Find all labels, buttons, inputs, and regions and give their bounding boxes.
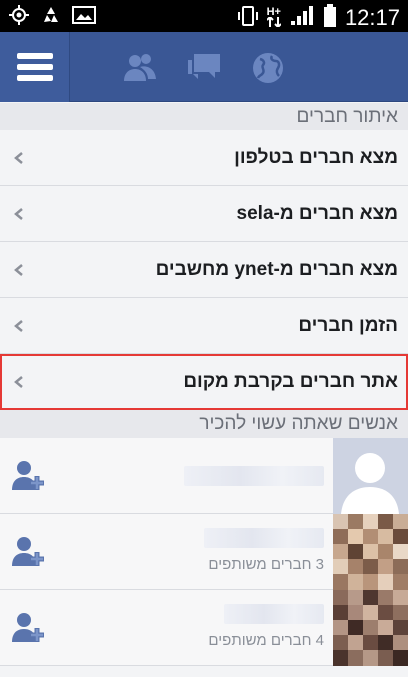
globe-icon [253,53,283,83]
add-friend-icon[interactable] [10,458,46,494]
menu-item-label: מצא חברים מ-sela [236,203,398,224]
menu-item-label: מצא חברים בטלפון [234,147,398,168]
messages-button[interactable] [186,50,222,86]
add-friend-icon[interactable] [10,610,46,646]
menu-icon [16,53,53,81]
find-friends-phone-item[interactable]: מצא חברים בטלפון [0,130,408,186]
clock: 12:17 [344,5,400,30]
chevron-left-icon [14,152,23,164]
find-friends-sela-item[interactable]: מצא חברים מ-sela [0,186,408,242]
blurred-name [204,528,324,548]
suggestion-item[interactable]: 3 חברים משותפים [0,514,408,590]
avatar [333,590,408,666]
find-friends-ynet-item[interactable]: מצא חברים מ-ynet מחשבים [0,242,408,298]
menu-item-label: מצא חברים מ-ynet מחשבים [155,259,398,280]
add-friend-icon[interactable] [10,534,46,570]
menu-item-label: אתר חברים בקרבת מקום [183,371,398,392]
people-you-may-know-header: אנשים שאתה עשוי להכיר [0,410,408,438]
battery-icon [323,4,337,32]
menu-button[interactable] [0,32,70,102]
find-friends-nearby-item[interactable]: אתר חברים בקרבת מקום [0,354,408,410]
suggestion-item[interactable]: 4 חברים משותפים [0,590,408,666]
friends-icon [124,54,156,81]
mutual-friends-count: 4 חברים משותפים [208,632,324,649]
recycle-icon [40,4,62,30]
blurred-name [224,604,324,624]
mutual-friends-count: 3 חברים משותפים [208,556,324,573]
image-icon [72,5,96,29]
friend-requests-button[interactable] [122,50,158,86]
notifications-button[interactable] [250,50,286,86]
chevron-left-icon [14,264,23,276]
blurred-name [184,466,324,486]
network-icon: H+ [266,7,282,29]
invite-friends-item[interactable]: הזמן חברים [0,298,408,354]
menu-item-label: הזמן חברים [298,315,398,336]
avatar [333,438,408,514]
messages-icon [188,54,220,79]
vibrate-icon [237,5,259,31]
chevron-left-icon [14,320,23,332]
chevron-left-icon [14,208,23,220]
find-friends-header: איתור חברים [0,103,408,130]
status-bar: H+ 12:17 [0,0,408,32]
suggestion-item[interactable] [0,438,408,514]
gps-icon [8,4,30,30]
app-bar [0,32,408,102]
signal-icon [289,5,315,31]
chevron-left-icon [14,376,23,388]
avatar [333,514,408,590]
